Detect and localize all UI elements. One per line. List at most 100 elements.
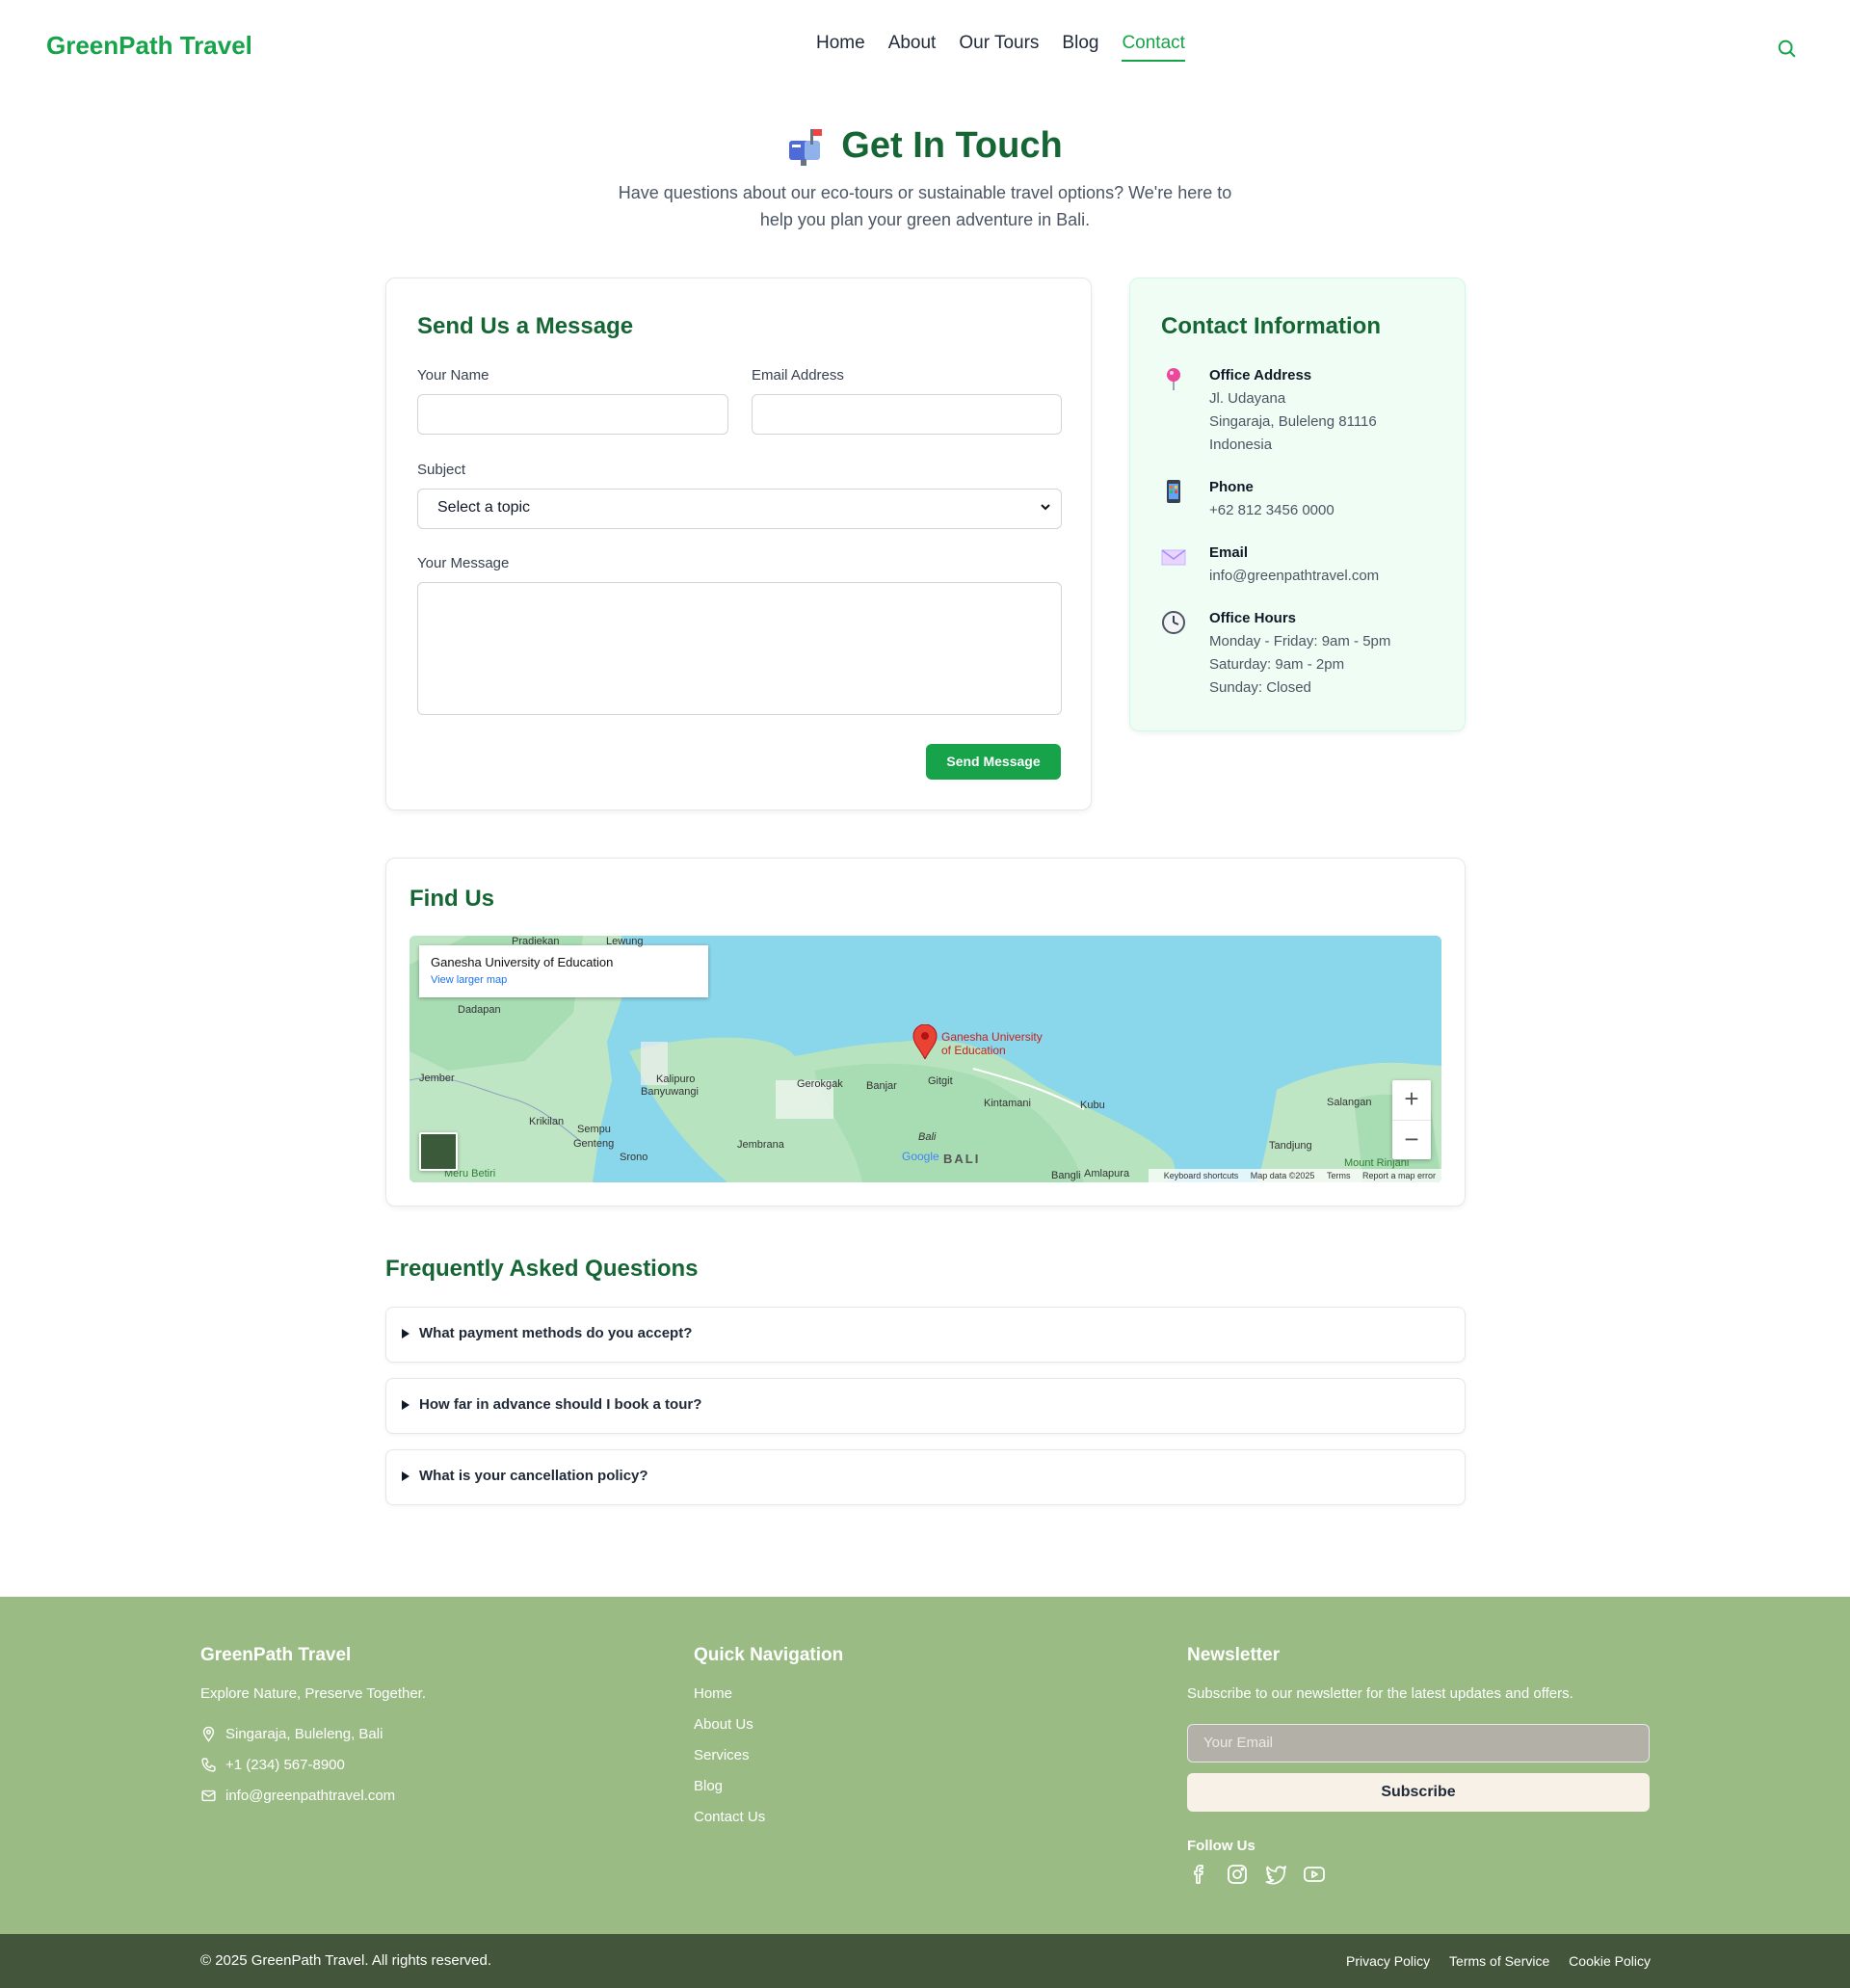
mailbox-icon bbox=[789, 128, 823, 166]
page-title: Get In Touch bbox=[841, 125, 1063, 166]
contact-info-card: Contact Information Office Address Jl. U… bbox=[1129, 278, 1466, 731]
envelope-icon bbox=[1161, 549, 1186, 566]
map-place: Srono bbox=[620, 1152, 648, 1163]
footer-nav-blog[interactable]: Blog bbox=[694, 1778, 723, 1794]
map-place: Genteng bbox=[573, 1138, 615, 1150]
pushpin-icon bbox=[1167, 368, 1180, 390]
map-place: Tandjung bbox=[1269, 1140, 1312, 1152]
faq-item[interactable]: How far in advance should I book a tour? bbox=[385, 1378, 1466, 1434]
nav-blog[interactable]: Blog bbox=[1062, 33, 1098, 62]
brand-logo[interactable]: GreenPath Travel bbox=[46, 31, 252, 61]
disclosure-triangle-icon bbox=[402, 1400, 410, 1410]
map-place: Bangli bbox=[1051, 1170, 1081, 1181]
marker-label: Ganesha University bbox=[941, 1030, 1043, 1044]
footer-nav-about[interactable]: About Us bbox=[694, 1716, 753, 1733]
map-place: Lewung bbox=[606, 936, 644, 947]
zoom-out-button[interactable]: − bbox=[1392, 1120, 1431, 1159]
message-textarea[interactable] bbox=[417, 582, 1062, 715]
send-message-button[interactable]: Send Message bbox=[926, 744, 1061, 780]
zoom-controls: + − bbox=[1392, 1080, 1431, 1159]
youtube-icon[interactable] bbox=[1303, 1863, 1326, 1886]
map-footer: Keyboard shortcuts Map data ©2025 Terms … bbox=[1148, 1169, 1441, 1182]
faq-question: What payment methods do you accept? bbox=[419, 1325, 693, 1341]
footer-nav-contact[interactable]: Contact Us bbox=[694, 1809, 765, 1825]
subject-label: Subject bbox=[417, 462, 466, 478]
page-subtitle: Have questions about our eco-tours or su… bbox=[618, 183, 1232, 229]
contact-info-title: Contact Information bbox=[1161, 313, 1381, 339]
newsletter-email-input[interactable]: Your Email bbox=[1187, 1724, 1650, 1763]
map-place: Kalipuro bbox=[656, 1074, 696, 1085]
instagram-icon[interactable] bbox=[1226, 1863, 1249, 1886]
disclosure-triangle-icon bbox=[402, 1471, 410, 1481]
zoom-in-button[interactable]: + bbox=[1392, 1080, 1431, 1120]
footer-nav-services[interactable]: Services bbox=[694, 1747, 750, 1763]
map-place: Jember bbox=[419, 1073, 455, 1084]
cookie-policy-link[interactable]: Cookie Policy bbox=[1569, 1953, 1651, 1969]
subject-value: Select a topic bbox=[437, 499, 531, 516]
address-heading: Office Address bbox=[1209, 367, 1312, 384]
search-icon[interactable] bbox=[1776, 38, 1797, 59]
nav-tours[interactable]: Our Tours bbox=[959, 33, 1039, 62]
map-marker-icon[interactable] bbox=[912, 1024, 938, 1059]
phone-value[interactable]: +62 812 3456 0000 bbox=[1209, 502, 1335, 518]
find-us-card: Find Us Ganesha University of Education … bbox=[385, 858, 1466, 1206]
office-hours: Office Hours Monday - Friday: 9am - 5pm … bbox=[1161, 610, 1431, 697]
message-label: Your Message bbox=[417, 555, 510, 571]
disclosure-triangle-icon bbox=[402, 1329, 410, 1339]
nav-about[interactable]: About bbox=[888, 33, 937, 62]
map-place: Gerokgak bbox=[797, 1078, 843, 1090]
address-line: Jl. Udayana bbox=[1209, 390, 1286, 407]
keyboard-shortcuts-link[interactable]: Keyboard shortcuts bbox=[1164, 1171, 1239, 1180]
copyright-text: © 2025 GreenPath Travel. All rights rese… bbox=[200, 1952, 492, 1969]
map-place: Amlapura bbox=[1084, 1168, 1130, 1180]
map-terms-link[interactable]: Terms bbox=[1327, 1171, 1351, 1180]
embedded-map[interactable]: Ganesha University of Education View lar… bbox=[410, 936, 1441, 1182]
satellite-layer-toggle[interactable] bbox=[419, 1132, 458, 1171]
location-pin-icon bbox=[202, 1726, 215, 1742]
map-place: Gitgit bbox=[928, 1075, 953, 1087]
map-place: Banjar bbox=[866, 1080, 897, 1092]
email-label: Email Address bbox=[752, 367, 844, 384]
footer-nav-home[interactable]: Home bbox=[694, 1685, 732, 1702]
footer-tagline: Explore Nature, Preserve Together. bbox=[200, 1685, 427, 1702]
map-info-popup: Ganesha University of Education View lar… bbox=[419, 945, 708, 997]
nav-contact[interactable]: Contact bbox=[1122, 33, 1186, 62]
name-input[interactable] bbox=[417, 394, 728, 435]
email-heading: Email bbox=[1209, 544, 1249, 561]
view-larger-map-link[interactable]: View larger map bbox=[431, 974, 507, 986]
newsletter-title: Newsletter bbox=[1187, 1645, 1281, 1665]
subscribe-button[interactable]: Subscribe bbox=[1187, 1773, 1650, 1812]
report-map-error-link[interactable]: Report a map error bbox=[1362, 1171, 1436, 1180]
hero-heading: Get In Touch bbox=[0, 125, 1850, 167]
terms-of-service-link[interactable]: Terms of Service bbox=[1449, 1953, 1549, 1969]
faq-item[interactable]: What payment methods do you accept? bbox=[385, 1307, 1466, 1363]
address-line: Singaraja, Buleleng 81116 bbox=[1209, 413, 1377, 430]
privacy-policy-link[interactable]: Privacy Policy bbox=[1346, 1953, 1430, 1969]
map-place: Kintamani bbox=[984, 1098, 1031, 1109]
chevron-down-icon bbox=[1041, 504, 1050, 511]
map-place: Kubu bbox=[1080, 1100, 1105, 1111]
quick-nav-title: Quick Navigation bbox=[694, 1645, 844, 1665]
email-value[interactable]: info@greenpathtravel.com bbox=[1209, 568, 1379, 584]
footer-email[interactable]: info@greenpathtravel.com bbox=[225, 1788, 395, 1804]
copyright-bar: © 2025 GreenPath Travel. All rights rese… bbox=[0, 1934, 1850, 1988]
mobile-phone-icon bbox=[1167, 480, 1180, 503]
phone-icon bbox=[201, 1758, 216, 1772]
facebook-icon[interactable] bbox=[1187, 1863, 1210, 1886]
map-title: Find Us bbox=[410, 886, 494, 912]
email-input[interactable] bbox=[752, 394, 1062, 435]
map-place: Krikilan bbox=[529, 1116, 565, 1127]
nav-home[interactable]: Home bbox=[816, 33, 865, 62]
legal-links: Privacy Policy Terms of Service Cookie P… bbox=[1331, 1953, 1651, 1969]
phone-heading: Phone bbox=[1209, 479, 1254, 495]
footer-location: Singaraja, Buleleng, Bali bbox=[225, 1726, 383, 1742]
site-header: GreenPath Travel Home About Our Tours Bl… bbox=[0, 0, 1850, 96]
newsletter-text: Subscribe to our newsletter for the late… bbox=[1187, 1685, 1573, 1702]
subject-select[interactable]: Select a topic bbox=[417, 489, 1062, 529]
footer-phone[interactable]: +1 (234) 567-8900 bbox=[225, 1757, 345, 1773]
faq-item[interactable]: What is your cancellation policy? bbox=[385, 1449, 1466, 1505]
footer-brand: GreenPath Travel bbox=[200, 1645, 352, 1665]
faq-title: Frequently Asked Questions bbox=[385, 1256, 699, 1282]
twitter-icon[interactable] bbox=[1264, 1863, 1287, 1886]
faq-question: How far in advance should I book a tour? bbox=[419, 1396, 702, 1413]
